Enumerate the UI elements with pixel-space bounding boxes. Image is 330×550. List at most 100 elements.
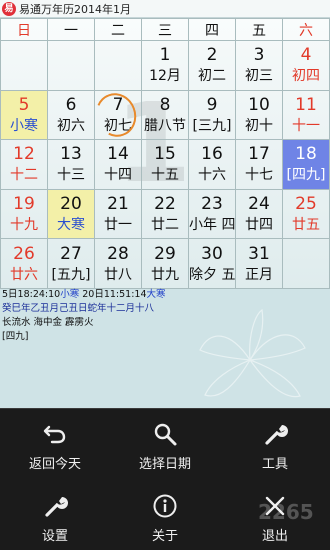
- day-number: 24: [248, 194, 270, 215]
- day-cell[interactable]: 21 廿一: [94, 188, 142, 240]
- lunar-date: 十七: [245, 167, 273, 184]
- solar-term-name: 大寒: [146, 289, 166, 300]
- day-number: 12: [13, 144, 35, 165]
- day-cell[interactable]: 6 初六: [47, 89, 95, 141]
- day-cell[interactable]: 26 廿六: [0, 238, 48, 289]
- title-bar: 易 易通万年历2014年1月: [0, 0, 330, 18]
- day-cell[interactable]: 5 小寒: [0, 89, 48, 141]
- solar-term-name: 小寒: [60, 289, 80, 300]
- lunar-date: 十一: [292, 117, 320, 134]
- day-cell[interactable]: 31 正月: [235, 238, 283, 289]
- day-cell[interactable]: 22 廿二: [141, 188, 189, 240]
- week-row: 12 十二 13 十三 14 十四 15 十五 16 十六 17 十七 18 [四九]: [0, 139, 330, 190]
- day-cell[interactable]: 20 大寒: [47, 188, 95, 240]
- lunar-date: 12月: [149, 68, 181, 85]
- day-cell[interactable]: 25 廿五: [282, 188, 330, 240]
- day-cell[interactable]: 18 [四九]: [282, 139, 330, 190]
- day-cell[interactable]: 9 [三九]: [188, 89, 236, 141]
- day-cell[interactable]: 12 十二: [0, 139, 48, 190]
- lunar-date: 腊八节: [144, 117, 186, 134]
- day-cell[interactable]: 3 初三: [235, 40, 283, 91]
- day-number: 28: [107, 243, 129, 264]
- empty-day-cell: [282, 238, 330, 289]
- day-number: 8: [159, 94, 171, 115]
- day-cell[interactable]: 24 廿四: [235, 188, 283, 240]
- menu-select-date-button[interactable]: 选择日期: [110, 409, 220, 481]
- empty-day-cell: [94, 40, 142, 91]
- lunar-date: 初二: [198, 68, 226, 85]
- lunar-date: 廿四: [245, 217, 273, 234]
- lunar-date: 小年 四: [189, 217, 236, 234]
- lunar-date: 十四: [104, 167, 132, 184]
- day-cell[interactable]: 29 廿九: [141, 238, 189, 289]
- day-cell[interactable]: 4 初四: [282, 40, 330, 91]
- day-number: 6: [65, 94, 77, 115]
- day-number: 30: [201, 243, 223, 264]
- day-cell[interactable]: 13 十三: [47, 139, 95, 190]
- menu-tools-button[interactable]: 工具: [220, 409, 330, 481]
- day-number: 10: [248, 94, 270, 115]
- lunar-date: 初六: [57, 117, 85, 134]
- lunar-date: 十五: [151, 167, 179, 184]
- lunar-date: 廿二: [151, 217, 179, 234]
- nine-nine-line: [四九]: [2, 331, 29, 342]
- lunar-date: [四九]: [286, 167, 326, 184]
- day-number: 25: [295, 194, 317, 215]
- lunar-date: [五九]: [51, 266, 91, 283]
- day-cell[interactable]: 7 初七: [94, 89, 142, 141]
- menu-return-today-button[interactable]: 返回今天: [0, 409, 110, 481]
- lunar-date: 十六: [198, 167, 226, 184]
- weekday-header: 日: [0, 18, 48, 41]
- lunar-date: 十九: [10, 217, 38, 234]
- day-cell[interactable]: 23 小年 四: [188, 188, 236, 240]
- wrench-icon: [262, 421, 288, 447]
- day-number: 2: [206, 45, 218, 66]
- day-cell[interactable]: 1 12月: [141, 40, 189, 91]
- day-number: 31: [248, 243, 270, 264]
- menu-item-label: 设置: [41, 529, 68, 544]
- day-cell[interactable]: 19 十九: [0, 188, 48, 240]
- day-number: 27: [60, 243, 82, 264]
- day-number: 18: [295, 144, 317, 165]
- lunar-date: [三九]: [192, 117, 232, 134]
- day-number: 9: [206, 94, 218, 115]
- day-cell[interactable]: 15 十五: [141, 139, 189, 190]
- menu-item-label: 工具: [261, 457, 288, 472]
- menu-about-button[interactable]: 关于: [110, 481, 220, 550]
- day-cell[interactable]: 8 腊八节: [141, 89, 189, 141]
- day-info-panel: 5日18:24:10小寒 20日11:51:14大寒 癸巳年乙丑月己丑日蛇年十二…: [0, 288, 330, 408]
- lunar-date: 大寒: [57, 217, 85, 234]
- day-cell[interactable]: 27 [五九]: [47, 238, 95, 289]
- lunar-date: 廿八: [104, 266, 132, 283]
- menu-settings-button[interactable]: 设置: [0, 481, 110, 550]
- lunar-date: 十二: [10, 167, 38, 184]
- day-cell[interactable]: 16 十六: [188, 139, 236, 190]
- lunar-date: 正月: [245, 266, 273, 283]
- search-icon: [152, 421, 178, 447]
- week-row: 19 十九 20 大寒 21 廿一 22 廿二 23 小年 四 24 廿四 25 廿五: [0, 188, 330, 240]
- day-cell[interactable]: 2 初二: [188, 40, 236, 91]
- day-cell[interactable]: 28 廿八: [94, 238, 142, 289]
- day-number: 3: [253, 45, 265, 66]
- lunar-date: 廿六: [10, 266, 38, 283]
- week-row: 5 小寒 6 初六 7 初七 8 腊八节 9 [三九] 10 初十 11 十一: [0, 89, 330, 141]
- day-number: 14: [107, 144, 129, 165]
- day-number: 29: [154, 243, 176, 264]
- weekday-header: 三: [141, 18, 189, 41]
- menu-item-label: 选择日期: [138, 457, 191, 472]
- day-cell[interactable]: 11 十一: [282, 89, 330, 141]
- solar-terms-line: 5日18:24:10小寒 20日11:51:14大寒: [2, 289, 166, 300]
- lunar-date: 初十: [245, 117, 273, 134]
- weekday-header: 五: [235, 18, 283, 41]
- day-cell[interactable]: 10 初十: [235, 89, 283, 141]
- weekday-header: 二: [94, 18, 142, 41]
- day-cell[interactable]: 30 除夕 五: [188, 238, 236, 289]
- day-number: 17: [248, 144, 270, 165]
- lunar-date: 廿五: [292, 217, 320, 234]
- weekday-header: 六: [282, 18, 330, 41]
- lunar-date: 初四: [292, 68, 320, 85]
- day-cell[interactable]: 14 十四: [94, 139, 142, 190]
- lunar-date: 初三: [245, 68, 273, 85]
- day-cell[interactable]: 17 十七: [235, 139, 283, 190]
- settings-wrench-icon: [42, 493, 68, 519]
